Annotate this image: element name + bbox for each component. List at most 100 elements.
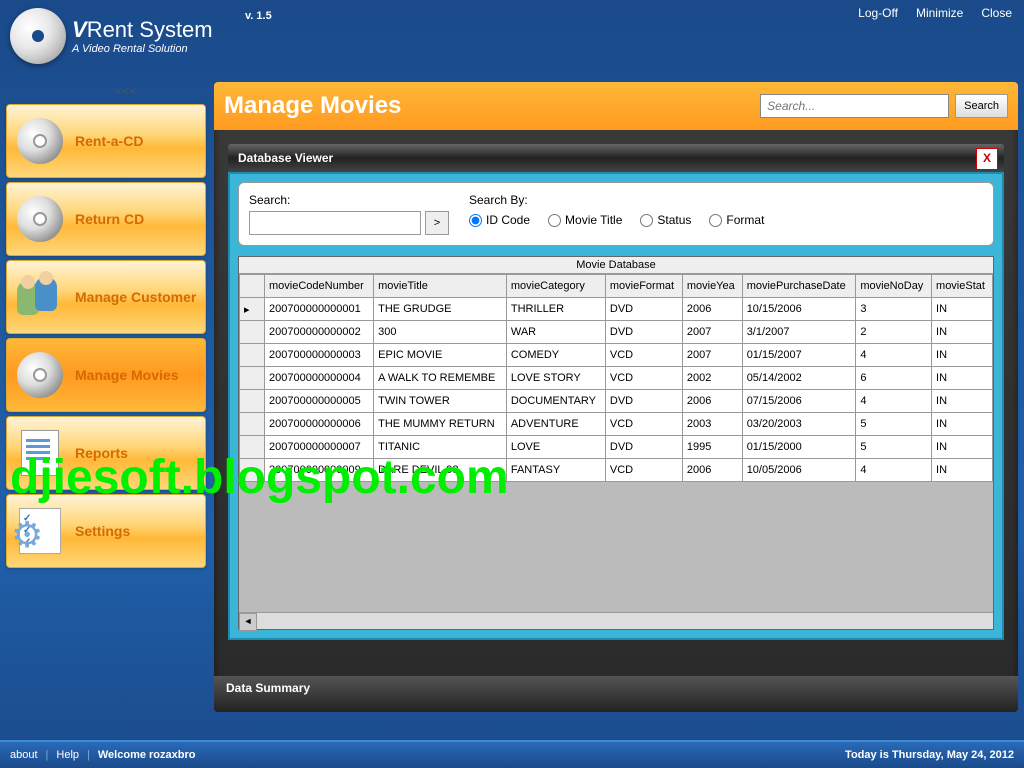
- collapse-sidebar[interactable]: <<<: [115, 86, 137, 98]
- grid-column-header[interactable]: movieNoDay: [856, 275, 932, 298]
- table-row[interactable]: 200700000000005TWIN TOWERDOCUMENTARYDVD2…: [240, 390, 993, 413]
- db-search-go-button[interactable]: >: [425, 211, 449, 235]
- table-row[interactable]: 200700000000004A WALK TO REMEMBELOVE STO…: [240, 367, 993, 390]
- grid-cell[interactable]: 200700000000006: [265, 413, 374, 436]
- grid-column-header[interactable]: movieCodeNumber: [265, 275, 374, 298]
- scroll-left-icon[interactable]: ◄: [239, 613, 257, 631]
- grid-column-header[interactable]: moviePurchaseDate: [742, 275, 856, 298]
- grid-cell[interactable]: IN: [932, 390, 993, 413]
- table-row[interactable]: 200700000000002300WARDVD20073/1/20072IN: [240, 321, 993, 344]
- sidebar-item-movies[interactable]: Manage Movies: [6, 338, 206, 412]
- table-row[interactable]: ▸200700000000001THE GRUDGETHRILLERDVD200…: [240, 298, 993, 321]
- grid-cell[interactable]: 2003: [682, 413, 742, 436]
- row-selector[interactable]: ▸: [240, 298, 265, 321]
- grid-cell[interactable]: FANTASY: [506, 459, 605, 482]
- grid-cell[interactable]: 07/15/2006: [742, 390, 856, 413]
- grid-cell[interactable]: IN: [932, 413, 993, 436]
- global-search-input[interactable]: [760, 94, 949, 118]
- table-row[interactable]: 200700000000007TITANICLOVEDVD199501/15/2…: [240, 436, 993, 459]
- grid-column-header[interactable]: movieYea: [682, 275, 742, 298]
- grid-cell[interactable]: IN: [932, 436, 993, 459]
- grid-cell[interactable]: VCD: [605, 344, 682, 367]
- grid-cell[interactable]: IN: [932, 367, 993, 390]
- grid-cell[interactable]: IN: [932, 344, 993, 367]
- grid-cell[interactable]: 4: [856, 344, 932, 367]
- grid-cell[interactable]: TITANIC: [374, 436, 507, 459]
- db-close-button[interactable]: X: [976, 148, 998, 170]
- row-selector[interactable]: [240, 459, 265, 482]
- minimize-link[interactable]: Minimize: [916, 6, 963, 20]
- grid-cell[interactable]: DOCUMENTARY: [506, 390, 605, 413]
- grid-column-header[interactable]: movieTitle: [374, 275, 507, 298]
- row-selector[interactable]: [240, 367, 265, 390]
- radio-format[interactable]: Format: [709, 213, 764, 227]
- sidebar-item-return[interactable]: Return CD: [6, 182, 206, 256]
- movie-grid[interactable]: Movie Database movieCodeNumbermovieTitle…: [238, 256, 994, 630]
- grid-cell[interactable]: 2006: [682, 298, 742, 321]
- grid-cell[interactable]: 2002: [682, 367, 742, 390]
- grid-cell[interactable]: 200700000000002: [265, 321, 374, 344]
- table-row[interactable]: 200700000000003EPIC MOVIECOMEDYVCD200701…: [240, 344, 993, 367]
- row-selector[interactable]: [240, 413, 265, 436]
- grid-cell[interactable]: 1995: [682, 436, 742, 459]
- grid-cell[interactable]: DVD: [605, 298, 682, 321]
- grid-cell[interactable]: 5: [856, 436, 932, 459]
- grid-cell[interactable]: 200700000000004: [265, 367, 374, 390]
- table-row[interactable]: 200700000000006THE MUMMY RETURNADVENTURE…: [240, 413, 993, 436]
- grid-cell[interactable]: VCD: [605, 413, 682, 436]
- grid-cell[interactable]: TWIN TOWER: [374, 390, 507, 413]
- grid-cell[interactable]: 4: [856, 459, 932, 482]
- grid-cell[interactable]: IN: [932, 459, 993, 482]
- grid-cell[interactable]: 4: [856, 390, 932, 413]
- grid-cell[interactable]: WAR: [506, 321, 605, 344]
- radio-title[interactable]: Movie Title: [548, 213, 622, 227]
- grid-cell[interactable]: DARE DEVIL 98: [374, 459, 507, 482]
- grid-cell[interactable]: 3: [856, 298, 932, 321]
- logoff-link[interactable]: Log-Off: [858, 6, 898, 20]
- grid-cell[interactable]: EPIC MOVIE: [374, 344, 507, 367]
- sidebar-item-settings[interactable]: Settings: [6, 494, 206, 568]
- grid-cell[interactable]: ADVENTURE: [506, 413, 605, 436]
- grid-cell[interactable]: IN: [932, 298, 993, 321]
- grid-column-header[interactable]: movieStat: [932, 275, 993, 298]
- row-selector[interactable]: [240, 321, 265, 344]
- grid-cell[interactable]: 03/20/2003: [742, 413, 856, 436]
- grid-cell[interactable]: 200700000000007: [265, 436, 374, 459]
- grid-cell[interactable]: THRILLER: [506, 298, 605, 321]
- grid-cell[interactable]: 2006: [682, 459, 742, 482]
- grid-cell[interactable]: 6: [856, 367, 932, 390]
- table-row[interactable]: 200700000000009DARE DEVIL 98FANTASYVCD20…: [240, 459, 993, 482]
- grid-column-header[interactable]: movieCategory: [506, 275, 605, 298]
- global-search-button[interactable]: Search: [955, 94, 1008, 118]
- grid-cell[interactable]: THE MUMMY RETURN: [374, 413, 507, 436]
- grid-cell[interactable]: THE GRUDGE: [374, 298, 507, 321]
- radio-idcode[interactable]: ID Code: [469, 213, 530, 227]
- grid-cell[interactable]: 2007: [682, 321, 742, 344]
- grid-column-header[interactable]: movieFormat: [605, 275, 682, 298]
- grid-cell[interactable]: 200700000000009: [265, 459, 374, 482]
- grid-cell[interactable]: 2006: [682, 390, 742, 413]
- grid-cell[interactable]: VCD: [605, 367, 682, 390]
- grid-cell[interactable]: 10/15/2006: [742, 298, 856, 321]
- grid-cell[interactable]: DVD: [605, 321, 682, 344]
- close-link[interactable]: Close: [981, 6, 1012, 20]
- grid-cell[interactable]: 01/15/2007: [742, 344, 856, 367]
- grid-cell[interactable]: 2: [856, 321, 932, 344]
- grid-cell[interactable]: LOVE STORY: [506, 367, 605, 390]
- grid-cell[interactable]: DVD: [605, 390, 682, 413]
- grid-cell[interactable]: 2007: [682, 344, 742, 367]
- grid-cell[interactable]: 300: [374, 321, 507, 344]
- grid-cell[interactable]: 200700000000001: [265, 298, 374, 321]
- grid-cell[interactable]: DVD: [605, 436, 682, 459]
- sidebar-item-rent[interactable]: Rent-a-CD: [6, 104, 206, 178]
- grid-cell[interactable]: LOVE: [506, 436, 605, 459]
- sidebar-item-reports[interactable]: Reports: [6, 416, 206, 490]
- grid-cell[interactable]: A WALK TO REMEMBE: [374, 367, 507, 390]
- grid-cell[interactable]: VCD: [605, 459, 682, 482]
- db-search-input[interactable]: [249, 211, 421, 235]
- row-selector[interactable]: [240, 390, 265, 413]
- help-link[interactable]: Help: [56, 749, 79, 761]
- row-selector[interactable]: [240, 344, 265, 367]
- grid-cell[interactable]: 200700000000005: [265, 390, 374, 413]
- grid-cell[interactable]: 10/05/2006: [742, 459, 856, 482]
